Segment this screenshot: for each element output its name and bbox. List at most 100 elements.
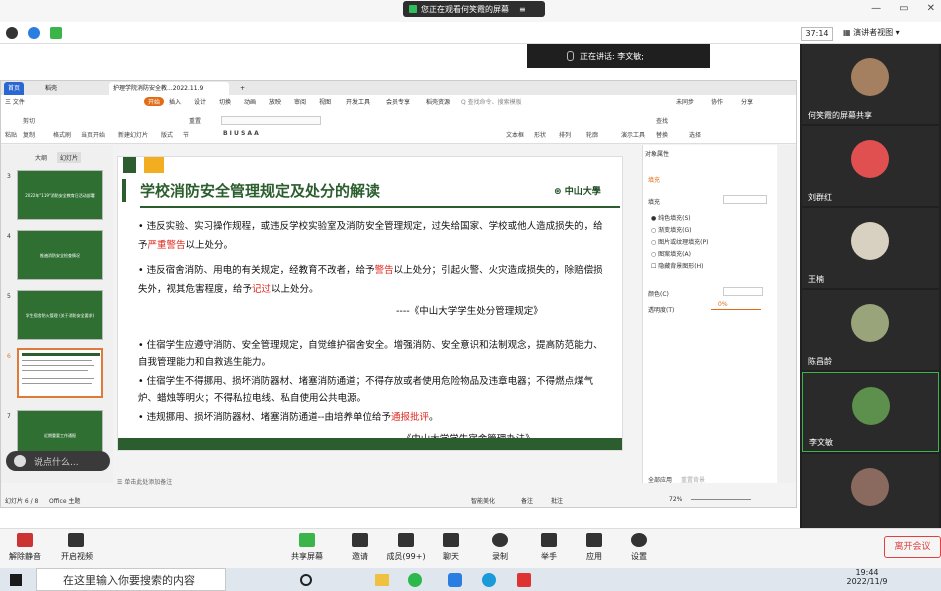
reset-background-button[interactable]: 重置背景 (681, 475, 705, 484)
fill-dropdown[interactable] (723, 195, 767, 204)
unmute-button[interactable]: 解除静音 (0, 551, 50, 562)
menu-member[interactable]: 会员专享 (386, 97, 410, 106)
participant-tile[interactable]: 刘群红 (802, 126, 939, 206)
ribbon-reset[interactable]: 重置 (189, 116, 201, 125)
slide-canvas[interactable]: 学校消防安全管理规定及处分的解读 ⊛ 中山大學 • 违反实验、实习操作规程，或违… (117, 156, 623, 451)
menu-view[interactable]: 视图 (319, 97, 331, 106)
paragraph-5[interactable]: • 违规挪用、损坏消防器材、堵塞消防通道--由培养单位给予通报批评。 (138, 409, 608, 426)
transparency-slider[interactable] (711, 309, 761, 310)
ribbon-copy[interactable]: 复制 (23, 130, 35, 139)
hand-icon[interactable] (541, 533, 557, 547)
record-icon[interactable] (492, 533, 508, 547)
props-fill-tab[interactable]: 填充 (648, 175, 660, 184)
fill-option-picture[interactable]: ○ 图片或纹理填充(P) (651, 237, 708, 246)
ribbon-section[interactable]: 节 (183, 130, 189, 139)
zoom-level[interactable]: 72% (669, 496, 682, 503)
menu-slideshow[interactable]: 放映 (269, 97, 281, 106)
ribbon-new-slide[interactable]: 新建幻灯片 (118, 130, 148, 139)
menu-daoke-resources[interactable]: 稻壳资源 (426, 97, 450, 106)
ribbon-paste[interactable]: 粘贴 (5, 130, 17, 139)
taskbar-clock[interactable]: 19:44 2022/11/9 (842, 568, 892, 586)
apps-button[interactable]: 应用 (569, 551, 619, 562)
ribbon-replace[interactable]: 替换 (656, 130, 668, 139)
participant-tile[interactable] (802, 454, 939, 528)
paragraph-3[interactable]: • 住宿学生应遵守消防、安全管理规定，自觉维护宿舍安全。增强消防、安全意识和法制… (138, 337, 608, 371)
gear-icon[interactable] (631, 533, 647, 547)
restore-button[interactable]: ▭ (899, 3, 908, 14)
zoom-slider[interactable] (691, 499, 751, 500)
minimize-button[interactable]: — (871, 3, 881, 14)
presenter-view-button[interactable]: ▦ 演讲者视图 ▾ (843, 27, 900, 38)
comments-toggle[interactable]: 批注 (551, 496, 563, 505)
share-screen-button[interactable]: 共享屏幕 (282, 551, 332, 562)
font-selector[interactable] (221, 116, 321, 125)
fill-option-solid[interactable]: ● 纯色填充(S) (651, 213, 691, 222)
paragraph-4[interactable]: • 住宿学生不得挪用、损坏消防器材、堵塞消防通道；不得存放或者使用危险物品及违章… (138, 373, 608, 407)
raise-hand-button[interactable]: 举手 (524, 551, 574, 562)
command-search[interactable]: Q 查找命令、搜索模板 (461, 97, 522, 106)
smart-beautify[interactable]: 智能美化 (471, 496, 495, 505)
file-explorer-icon[interactable] (375, 574, 389, 586)
invite-icon[interactable] (352, 533, 368, 547)
emoji-icon[interactable] (14, 455, 26, 467)
windows-start-icon[interactable] (10, 574, 22, 586)
collaborate-button[interactable]: 协作 (711, 97, 723, 106)
slide-thumbnail-4[interactable]: 推遍消防安全检查情况 (17, 230, 103, 280)
fill-option-pattern[interactable]: ○ 图案填充(A) (651, 249, 691, 258)
ribbon-arrange[interactable]: 排列 (559, 130, 571, 139)
apps-icon[interactable] (586, 533, 602, 547)
participant-tile[interactable]: 何笑霞的屏幕共享 (802, 44, 939, 124)
ribbon-cut[interactable]: 剪切 (23, 116, 35, 125)
participant-tile[interactable]: 陈昌龄 (802, 290, 939, 370)
invite-button[interactable]: 邀请 (335, 551, 385, 562)
ribbon-layout[interactable]: 版式 (161, 130, 173, 139)
ribbon-presentation-tools[interactable]: 演示工具 (621, 130, 645, 139)
apply-all-button[interactable]: 全部应用 (648, 475, 672, 484)
side-tool-strip[interactable] (778, 145, 796, 483)
chat-input[interactable]: 说点什么... (6, 451, 110, 471)
fill-option-gradient[interactable]: ○ 渐变填充(G) (651, 225, 692, 234)
ribbon-outline[interactable]: 轮廓 (586, 130, 598, 139)
wps-icon[interactable] (517, 573, 531, 587)
menu-design[interactable]: 设计 (194, 97, 206, 106)
outline-tab[interactable]: 大纲 (35, 153, 47, 162)
ribbon-select[interactable]: 选择 (689, 130, 701, 139)
chat-button[interactable]: 聊天 (426, 551, 476, 562)
mic-muted-icon[interactable] (17, 533, 33, 547)
screen-share-notice[interactable]: 您正在观看何笑霞的屏幕 ≡ (403, 1, 545, 17)
slide-thumbnail-3[interactable]: 2022年"119"消防安全教育日活动部署 (17, 170, 103, 220)
slide-thumbnail-5[interactable]: 学生宿舍防火管理 (关于消防安全要求) (17, 290, 103, 340)
hide-background-checkbox[interactable]: ☐ 隐藏背景图形(H) (651, 261, 704, 270)
participant-tile-speaking[interactable]: 李文敏 (802, 372, 939, 452)
menu-animation[interactable]: 动画 (244, 97, 256, 106)
members-button[interactable]: 成员(99+) (381, 551, 431, 562)
close-button[interactable]: ✕ (927, 3, 935, 14)
edge-icon[interactable] (482, 573, 496, 587)
menu-file[interactable]: 三 文件 (5, 97, 25, 106)
new-tab-button[interactable]: + (236, 82, 249, 95)
leave-meeting-button[interactable]: 离开会议 (884, 536, 941, 558)
shield-icon[interactable] (28, 27, 40, 39)
chat-icon[interactable] (443, 533, 459, 547)
start-video-button[interactable]: 开启视频 (52, 551, 102, 562)
sync-status[interactable]: 未同步 (676, 97, 694, 106)
camera-off-icon[interactable] (68, 533, 84, 547)
slide-thumbnail-6-active[interactable] (17, 348, 103, 398)
menu-insert[interactable]: 插入 (169, 97, 181, 106)
participant-tile[interactable]: 王楠 (802, 208, 939, 288)
tab-daoke[interactable]: 稻壳 (41, 82, 62, 95)
paragraph-2[interactable]: • 违反宿舍消防、用电的有关规定，经教育不改者，给予警告以上处分；引起火警、火灾… (138, 261, 608, 299)
paragraph-1[interactable]: • 违反实验、实习操作规程，或违反学校实验室及消防安全管理规定，过失给国家、学校… (138, 217, 608, 255)
ribbon-shape[interactable]: 形状 (534, 130, 546, 139)
tencent-meeting-icon[interactable] (448, 573, 462, 587)
settings-button[interactable]: 设置 (614, 551, 664, 562)
share-button[interactable]: 分享 (741, 97, 753, 106)
share-screen-icon[interactable] (299, 533, 315, 547)
hamburger-icon[interactable]: ≡ (519, 5, 526, 14)
taskbar-search[interactable]: 在这里输入你要搜索的内容 (36, 568, 226, 591)
ribbon-from-current[interactable]: 当页开始 (81, 130, 105, 139)
slides-tab[interactable]: 幻灯片 (57, 152, 82, 163)
record-button[interactable]: 录制 (475, 551, 525, 562)
ribbon-format-painter[interactable]: 格式刷 (53, 130, 71, 139)
fill-section-header[interactable]: 填充 (648, 197, 660, 206)
